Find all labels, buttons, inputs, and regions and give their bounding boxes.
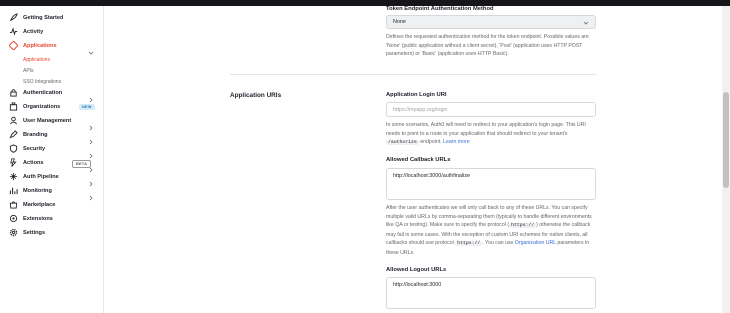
login-uri-input[interactable]: https://myapp.org/login bbox=[386, 102, 596, 117]
sidebar-item-security[interactable]: Security bbox=[0, 142, 103, 159]
chevron-right-icon bbox=[88, 132, 94, 145]
lock-icon bbox=[9, 88, 18, 97]
callback-urls-help: After the user authenticates we will onl… bbox=[386, 204, 600, 258]
chevron-right-icon bbox=[88, 90, 94, 103]
main-content: Token Endpoint Authentication Method Non… bbox=[104, 6, 722, 313]
actions-icon bbox=[9, 158, 18, 167]
scrollbar[interactable] bbox=[722, 6, 730, 313]
sidebar-item-label: Authentication bbox=[23, 90, 63, 96]
sidebar-subitem-apis[interactable]: APIs bbox=[23, 68, 34, 74]
callback-urls-label: Allowed Callback URLs bbox=[386, 157, 451, 163]
chevron-down-icon bbox=[583, 20, 589, 26]
sidebar-item-label: Settings bbox=[23, 230, 46, 236]
sidebar-item-label: User Management bbox=[23, 118, 72, 124]
chevron-right-icon bbox=[88, 118, 94, 131]
https-code: https:// bbox=[509, 223, 537, 229]
sidebar-item-auth-pipeline[interactable]: Auth Pipeline bbox=[0, 170, 103, 187]
login-uri-label: Application Login URI bbox=[386, 92, 447, 98]
shield-icon bbox=[9, 144, 18, 153]
pipeline-icon bbox=[9, 172, 18, 181]
branding-icon bbox=[9, 130, 18, 139]
section-title: Application URIs bbox=[230, 92, 282, 99]
organizations-icon bbox=[9, 102, 18, 111]
logout-urls-textarea[interactable]: http://localhost:3000 bbox=[386, 277, 596, 309]
token-method-value: None bbox=[393, 19, 406, 25]
sidebar-item-authentication[interactable]: Authentication bbox=[0, 86, 103, 103]
https-code: https:// bbox=[455, 241, 483, 247]
sidebar-item-label: Extensions bbox=[23, 216, 53, 222]
callback-urls-textarea[interactable]: http://localhost:3000/authfinalize bbox=[386, 168, 596, 200]
sidebar-item-extensions[interactable]: Extensions bbox=[0, 212, 103, 226]
chevron-right-icon bbox=[88, 188, 94, 201]
sidebar-item-label: Getting Started bbox=[23, 15, 64, 21]
sidebar-item-organizations[interactable]: Organizations NEW bbox=[0, 100, 103, 114]
sidebar-item-activity[interactable]: Activity bbox=[0, 25, 103, 39]
extensions-icon bbox=[9, 214, 18, 223]
sidebar-item-monitoring[interactable]: Monitoring bbox=[0, 184, 103, 201]
activity-icon bbox=[9, 27, 18, 36]
logout-urls-label: Allowed Logout URLs bbox=[386, 267, 447, 273]
sidebar-item-user-management[interactable]: User Management bbox=[0, 114, 103, 131]
sidebar-item-applications[interactable]: Applications bbox=[0, 39, 103, 55]
sidebar-item-settings[interactable]: Settings bbox=[0, 226, 103, 240]
login-uri-help-text-2: endpoint. bbox=[420, 139, 442, 146]
chevron-right-icon bbox=[88, 146, 94, 159]
sidebar-item-label: Security bbox=[23, 146, 46, 152]
sidebar-item-actions[interactable]: Actions BETA bbox=[0, 156, 103, 173]
chevron-right-icon bbox=[88, 160, 94, 173]
sidebar-item-label: Activity bbox=[23, 29, 44, 35]
rocket-icon bbox=[9, 13, 18, 22]
new-badge: NEW bbox=[79, 104, 95, 110]
sidebar-item-label: Marketplace bbox=[23, 202, 56, 208]
sidebar-subitem-sso-integrations[interactable]: SSO Integrations bbox=[23, 79, 61, 85]
callback-help-text-3: . You can use bbox=[482, 240, 514, 247]
applications-icon bbox=[9, 41, 18, 50]
login-uri-help-text: In some scenarios, Auth0 will need to re… bbox=[386, 122, 586, 137]
chevron-right-icon bbox=[88, 174, 94, 187]
scrollbar-thumb[interactable] bbox=[723, 92, 729, 188]
learn-more-link[interactable]: Learn more bbox=[443, 139, 470, 145]
monitoring-icon bbox=[9, 186, 18, 195]
sidebar-item-getting-started[interactable]: Getting Started bbox=[0, 11, 103, 25]
sidebar-item-label: Branding bbox=[23, 132, 48, 138]
sidebar-subitem-applications[interactable]: Applications bbox=[23, 57, 50, 63]
sidebar-item-branding[interactable]: Branding bbox=[0, 128, 103, 145]
sidebar-item-label: Applications bbox=[23, 43, 57, 49]
organization-url-link[interactable]: Organization URL bbox=[515, 240, 556, 246]
sidebar-item-label: Monitoring bbox=[23, 188, 52, 194]
login-uri-help: In some scenarios, Auth0 will need to re… bbox=[386, 121, 600, 148]
token-method-help: Defines the requested authentication met… bbox=[386, 34, 589, 58]
sidebar-item-label: Actions bbox=[23, 160, 44, 166]
authorize-code: /authorize bbox=[386, 140, 419, 146]
chevron-down-icon bbox=[88, 43, 94, 55]
token-method-label: Token Endpoint Authentication Method bbox=[386, 6, 494, 12]
sidebar-item-label: Organizations bbox=[23, 104, 61, 110]
settings-icon bbox=[9, 228, 18, 237]
sidebar: Getting Started Activity Applications Ap… bbox=[0, 6, 104, 313]
user-icon bbox=[9, 116, 18, 125]
sidebar-item-marketplace[interactable]: Marketplace bbox=[0, 198, 103, 212]
token-method-select[interactable]: None bbox=[386, 15, 596, 29]
sidebar-item-label: Auth Pipeline bbox=[23, 174, 59, 180]
marketplace-icon bbox=[9, 200, 18, 209]
section-divider bbox=[230, 74, 596, 75]
